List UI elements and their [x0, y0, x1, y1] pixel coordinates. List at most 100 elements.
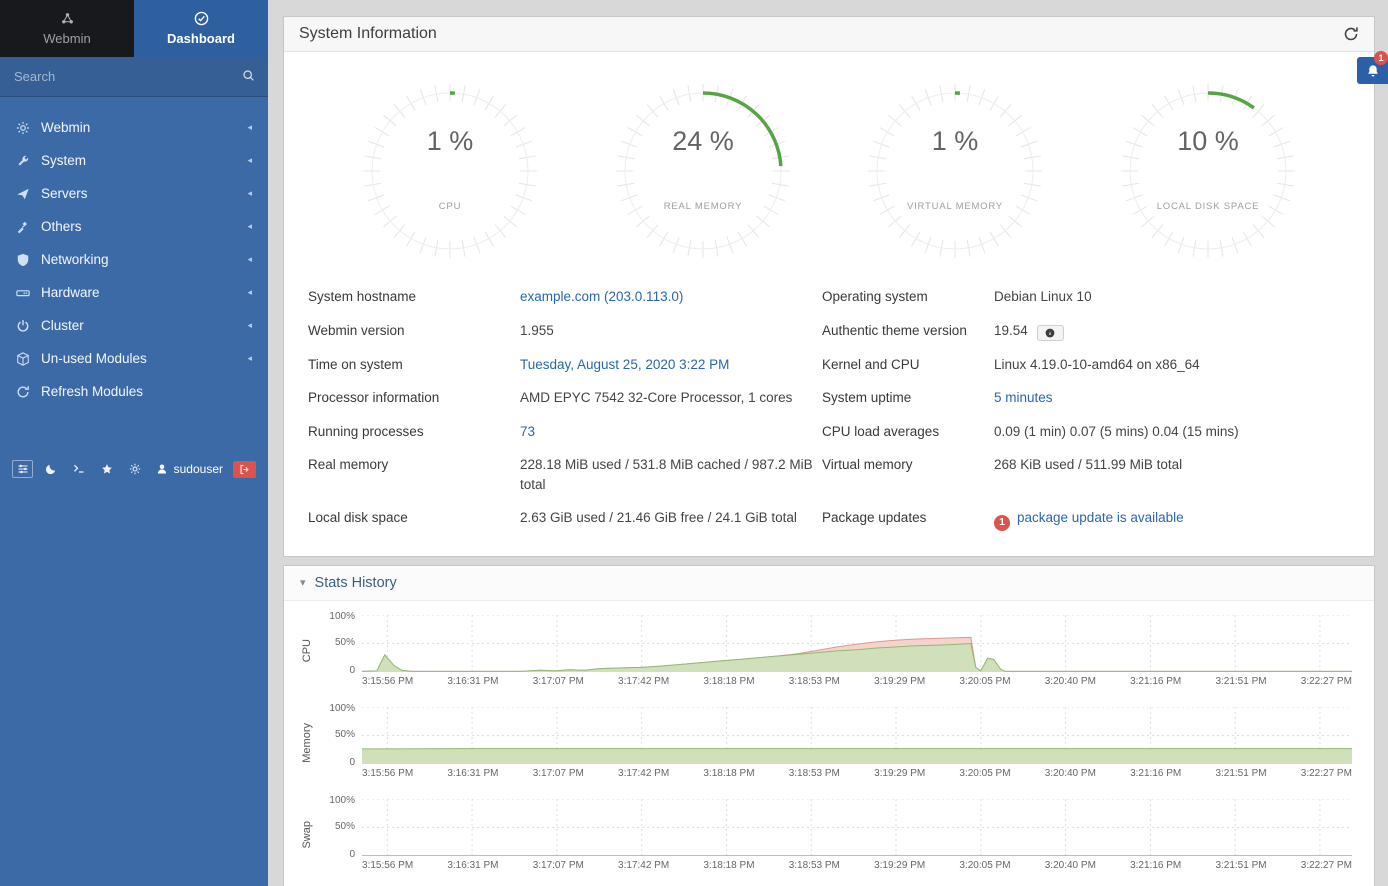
info-value-webmin-version: 1.955 — [520, 314, 822, 348]
info-badge-button[interactable] — [1037, 325, 1064, 341]
x-tick-label: 3:18:18 PM — [703, 860, 754, 871]
info-link[interactable]: Tuesday, August 25, 2020 3:22 PM — [520, 357, 729, 372]
info-label-kernel-and-cpu: Kernel and CPU — [822, 348, 994, 382]
chart-plot — [362, 615, 1352, 672]
tab-webmin[interactable]: Webmin — [0, 0, 134, 57]
notification-count-badge: 1 — [1374, 51, 1388, 65]
y-tick-label: 50% — [335, 729, 355, 740]
info-label-system-hostname: System hostname — [308, 280, 520, 314]
terminal-button[interactable] — [68, 460, 89, 478]
x-axis: 3:15:56 PM3:16:31 PM3:17:07 PM3:17:42 PM… — [362, 860, 1352, 871]
info-link[interactable]: 73 — [520, 424, 535, 439]
info-label-local-disk-space: Local disk space — [308, 501, 520, 538]
sidebar-item-label: Networking — [41, 252, 236, 267]
x-tick-label: 3:21:51 PM — [1215, 860, 1266, 871]
info-value-operating-system: Debian Linux 10 — [994, 280, 1350, 314]
info-label-running-processes: Running processes — [308, 415, 520, 449]
sidebar-item-webmin[interactable]: Webmin◂ — [0, 111, 268, 144]
notifications-button[interactable]: 1 — [1357, 57, 1388, 84]
gauge-local-disk-space[interactable]: 10 %LOCAL DISK SPACE — [1113, 76, 1303, 266]
y-tick-label: 100% — [329, 611, 355, 622]
stats-history-title: Stats History — [315, 575, 397, 591]
update-count-badge: 1 — [994, 515, 1010, 531]
sidebar-item-cluster[interactable]: Cluster ◂ — [0, 309, 268, 342]
chevron-left-icon: ◂ — [247, 320, 252, 331]
refresh-button[interactable] — [1343, 26, 1359, 42]
sidebar-toggle-button[interactable] — [12, 460, 33, 478]
chart-plot — [362, 799, 1352, 856]
sidebar-search — [0, 57, 268, 97]
x-tick-label: 3:17:07 PM — [533, 860, 584, 871]
gauge-real-memory[interactable]: 24 % REAL MEMORY — [608, 76, 798, 266]
logout-icon — [239, 464, 250, 475]
x-tick-label: 3:18:18 PM — [703, 768, 754, 779]
x-tick-label: 3:17:07 PM — [533, 676, 584, 687]
page-title: System Information — [299, 25, 437, 43]
system-info-table: System hostnameexample.com (203.0.113.0)… — [284, 266, 1374, 556]
x-tick-label: 3:19:29 PM — [874, 860, 925, 871]
gauge-dial: 24 % REAL MEMORY — [608, 76, 798, 266]
info-value-running-processes: 73 — [520, 415, 822, 449]
collapse-triangle-icon: ▾ — [300, 576, 306, 589]
x-tick-label: 3:21:51 PM — [1215, 768, 1266, 779]
info-link[interactable]: example.com (203.0.113.0) — [520, 289, 683, 304]
chevron-left-icon: ◂ — [247, 353, 252, 364]
terminal-icon — [73, 463, 85, 475]
sidebar-item-others[interactable]: Others◂ — [0, 210, 268, 243]
sidebar-item-hardware[interactable]: Hardware◂ — [0, 276, 268, 309]
gauge-dial: 1 %VIRTUAL MEMORY — [860, 76, 1050, 266]
x-tick-label: 3:21:16 PM — [1130, 860, 1181, 871]
info-value-kernel-and-cpu: Linux 4.19.0-10-amd64 on x86_64 — [994, 348, 1350, 382]
info-value-authentic-theme-version: 19.54 — [994, 314, 1350, 348]
info-value-processor-information: AMD EPYC 7542 32-Core Processor, 1 cores — [520, 381, 822, 415]
svg-text:24 %: 24 % — [672, 126, 734, 156]
sidebar-item-refresh-modules[interactable]: Refresh Modules — [0, 375, 268, 408]
chevron-left-icon: ◂ — [247, 287, 252, 298]
theme-settings-button[interactable] — [125, 460, 146, 478]
sidebar-item-label: Refresh Modules — [41, 384, 252, 399]
info-link[interactable]: 5 minutes — [994, 390, 1053, 405]
user-icon — [156, 463, 168, 475]
stats-history-header[interactable]: ▾ Stats History — [284, 566, 1374, 601]
sidebar-item-un-used-modules[interactable]: Un-used Modules◂ — [0, 342, 268, 375]
gauge-virtual-memory[interactable]: 1 %VIRTUAL MEMORY — [860, 76, 1050, 266]
night-mode-button[interactable] — [40, 460, 61, 478]
x-tick-label: 3:22:27 PM — [1301, 860, 1352, 871]
check-circle-icon — [194, 11, 209, 26]
info-value-local-disk-space: 2.63 GiB used / 21.46 GiB free / 24.1 Gi… — [520, 501, 822, 538]
info-link[interactable]: package update is available — [1017, 510, 1184, 525]
system-information-header: System Information — [284, 17, 1374, 52]
svg-text:REAL MEMORY: REAL MEMORY — [664, 201, 742, 212]
username-label: sudouser — [174, 462, 223, 476]
sidebar-item-label: Cluster — [41, 318, 236, 333]
x-tick-label: 3:20:40 PM — [1045, 676, 1096, 687]
y-tick-label: 0 — [349, 757, 355, 768]
sidebar-item-servers[interactable]: Servers◂ — [0, 177, 268, 210]
search-input[interactable] — [0, 57, 268, 96]
info-value-system-hostname: example.com (203.0.113.0) — [520, 280, 822, 314]
x-tick-label: 3:16:31 PM — [447, 860, 498, 871]
x-tick-label: 3:17:42 PM — [618, 768, 669, 779]
sidebar-item-label: System — [41, 153, 236, 168]
sidebar-item-networking[interactable]: Networking◂ — [0, 243, 268, 276]
webmin-logo-icon — [60, 11, 75, 26]
x-tick-label: 3:18:53 PM — [789, 860, 840, 871]
x-tick-label: 3:20:05 PM — [959, 860, 1010, 871]
favorites-button[interactable] — [96, 460, 117, 478]
info-label-time-on-system: Time on system — [308, 348, 520, 382]
sidebar-item-label: Webmin — [41, 120, 236, 135]
stats-history-panel: ▾ Stats History CPU100%50%03:15:56 PM3:1… — [283, 565, 1375, 886]
sidebar-item-system[interactable]: System◂ — [0, 144, 268, 177]
y-axis: 100%50%0 — [316, 707, 362, 764]
search-icon[interactable] — [242, 69, 255, 82]
logout-button[interactable] — [233, 461, 256, 478]
send-icon — [16, 187, 30, 201]
gauge-cpu[interactable]: 1 %CPU — [355, 76, 545, 266]
chevron-left-icon: ◂ — [247, 188, 252, 199]
info-label-real-memory: Real memory — [308, 448, 520, 501]
info-label-authentic-theme-version: Authentic theme version — [822, 314, 994, 348]
x-tick-label: 3:17:42 PM — [618, 860, 669, 871]
tab-dashboard[interactable]: Dashboard — [134, 0, 268, 57]
tools-icon — [16, 220, 30, 234]
user-menu[interactable]: sudouser — [153, 462, 226, 476]
